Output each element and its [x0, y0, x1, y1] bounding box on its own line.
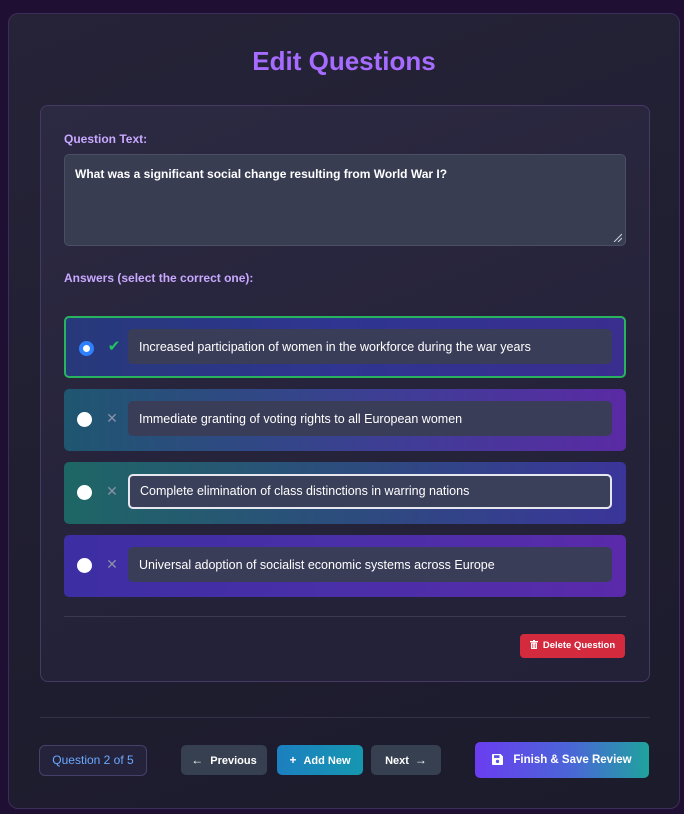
- answer-input-4[interactable]: Universal adoption of socialist economic…: [128, 547, 612, 582]
- answers-label: Answers (select the correct one):: [64, 271, 254, 285]
- resize-handle-icon[interactable]: [613, 233, 622, 242]
- question-text-value: What was a significant social change res…: [75, 167, 448, 181]
- question-text-label: Question Text:: [64, 132, 148, 146]
- save-icon: [492, 754, 504, 765]
- answer-radio-4[interactable]: [77, 558, 92, 573]
- add-new-button[interactable]: + Add New: [277, 745, 363, 775]
- footer-divider: [40, 717, 650, 718]
- page-title: Edit Questions: [252, 46, 436, 76]
- delete-question-label: Delete Question: [542, 640, 616, 651]
- editor-panel: Edit Questions Question Text: What was a…: [8, 13, 680, 809]
- x-icon[interactable]: ✕: [101, 553, 123, 575]
- answer-option-1: ✔ Increased participation of women in th…: [64, 316, 626, 378]
- arrow-left-icon: ←: [191, 753, 204, 767]
- answer-option-2: ✕ Immediate granting of voting rights to…: [64, 389, 626, 451]
- finish-save-button[interactable]: Finish & Save Review: [475, 742, 649, 778]
- x-icon[interactable]: ✕: [101, 407, 123, 429]
- arrow-right-icon: →: [414, 753, 427, 767]
- next-label: Next: [385, 755, 409, 767]
- plus-icon: +: [289, 753, 297, 767]
- answer-radio-3[interactable]: [77, 485, 92, 500]
- answer-radio-1[interactable]: [79, 341, 94, 356]
- previous-label: Previous: [210, 755, 257, 767]
- answer-option-4: ✕ Universal adoption of socialist econom…: [64, 535, 626, 597]
- answer-input-3[interactable]: Complete elimination of class distinctio…: [128, 474, 612, 509]
- answer-option-3: ✕ Complete elimination of class distinct…: [64, 462, 626, 524]
- finish-save-label: Finish & Save Review: [513, 754, 632, 766]
- x-icon[interactable]: ✕: [101, 480, 123, 502]
- question-text-input[interactable]: What was a significant social change res…: [64, 154, 626, 246]
- card-divider: [64, 616, 626, 617]
- question-card: Question Text: What was a significant so…: [40, 105, 650, 682]
- answer-input-2[interactable]: Immediate granting of voting rights to a…: [128, 401, 612, 436]
- question-counter: Question 2 of 5: [39, 745, 147, 776]
- answer-radio-2[interactable]: [77, 412, 92, 427]
- answer-input-1[interactable]: Increased participation of women in the …: [128, 329, 612, 364]
- check-icon: ✔: [107, 338, 121, 355]
- next-button[interactable]: Next →: [371, 745, 441, 775]
- add-new-label: Add New: [303, 755, 351, 767]
- trash-icon: [529, 640, 538, 649]
- delete-question-button[interactable]: Delete Question: [520, 634, 625, 658]
- previous-button[interactable]: ← Previous: [181, 745, 267, 775]
